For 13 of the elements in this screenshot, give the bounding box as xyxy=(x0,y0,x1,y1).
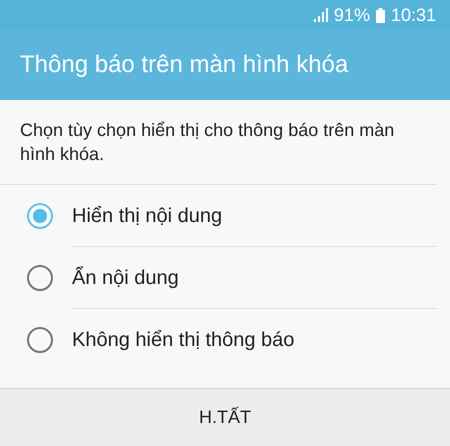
signal-icon xyxy=(314,8,328,22)
clock: 10:31 xyxy=(390,4,436,26)
battery-icon xyxy=(376,8,385,22)
description: Chọn tùy chọn hiển thị cho thông báo trên màn hình khóa. xyxy=(0,100,437,185)
screen-title: Thông báo trên màn hình khóa xyxy=(20,50,348,80)
radio-option[interactable]: Hiển thị nội dung xyxy=(0,185,450,247)
radio-button[interactable] xyxy=(27,203,53,229)
cancel-button[interactable]: H.TẤT xyxy=(0,389,450,446)
radio-button[interactable] xyxy=(27,265,53,291)
battery-percentage: 91% xyxy=(334,4,370,26)
radio-option[interactable]: Ẩn nội dung xyxy=(0,247,450,309)
radio-button[interactable] xyxy=(27,327,53,353)
radio-option[interactable]: Không hiển thị thông báo xyxy=(0,309,450,371)
